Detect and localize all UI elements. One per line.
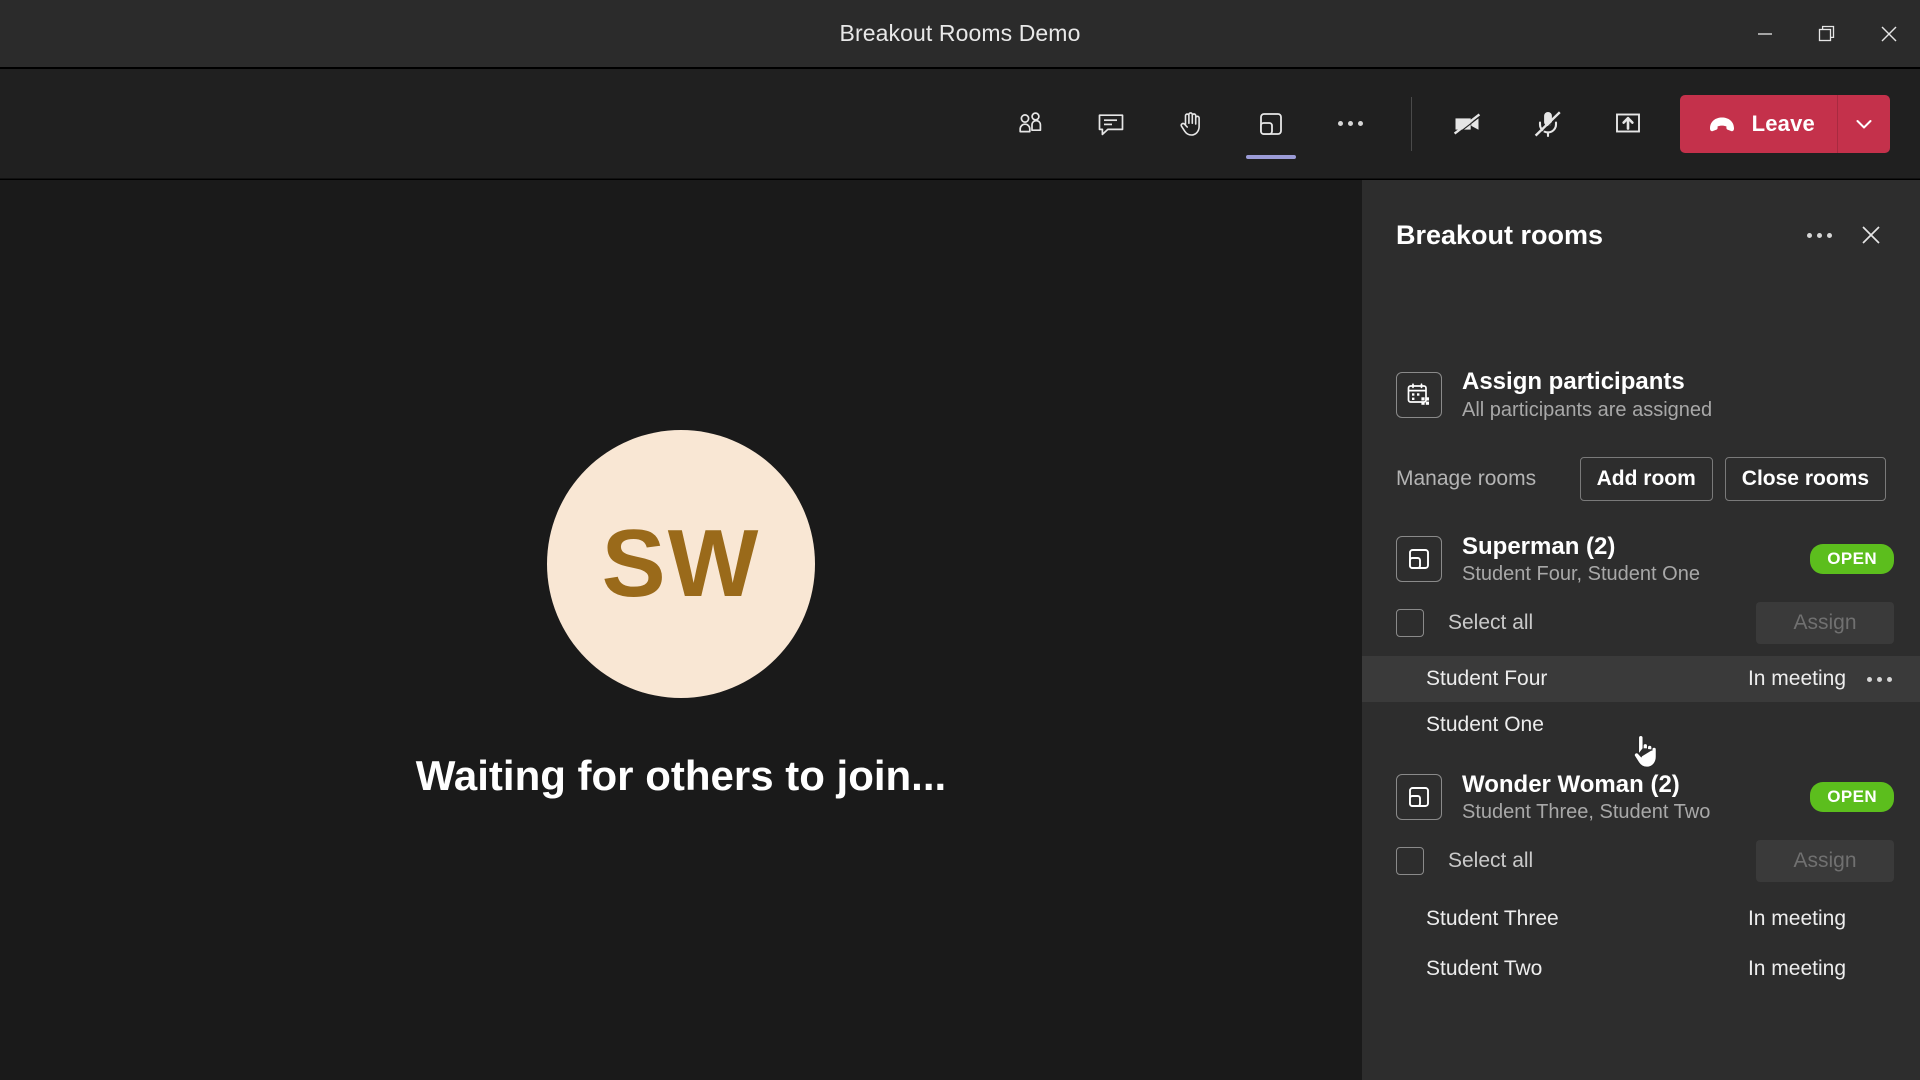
meeting-toolbar: Leave	[0, 69, 1920, 179]
rooms-list: Superman (2) Student Four, Student One O…	[1362, 528, 1920, 994]
breakout-room-icon	[1409, 787, 1429, 807]
meeting-stage: SW Waiting for others to join...	[0, 180, 1362, 1080]
more-actions-icon	[1338, 121, 1364, 126]
room-header[interactable]: Superman (2) Student Four, Student One O…	[1362, 528, 1920, 590]
breakout-room-icon-box	[1396, 774, 1442, 820]
window-titlebar: Breakout Rooms Demo	[0, 0, 1920, 68]
select-all-label: Select all	[1448, 611, 1534, 634]
panel-more-options-button[interactable]	[1796, 212, 1842, 258]
leave-main[interactable]: Leave	[1680, 95, 1837, 153]
member-row[interactable]: Student Three In meeting	[1362, 894, 1920, 944]
waiting-message: Waiting for others to join...	[415, 752, 947, 799]
more-actions-button[interactable]	[1318, 91, 1384, 157]
chevron-down-icon	[1856, 119, 1872, 128]
leave-meeting-button[interactable]: Leave	[1679, 94, 1890, 153]
member-status: In meeting	[1747, 667, 1846, 690]
more-options-icon	[1866, 676, 1892, 682]
restore-icon	[1818, 25, 1835, 42]
panel-close-button[interactable]	[1848, 212, 1894, 258]
assign-participants-title: Assign participants	[1462, 368, 1685, 395]
share-screen-button[interactable]	[1595, 91, 1661, 157]
assign-participants-icon-box	[1396, 372, 1442, 418]
breakout-room-icon-box	[1396, 536, 1442, 582]
select-all-checkbox[interactable]	[1396, 847, 1424, 875]
camera-off-icon	[1453, 112, 1481, 136]
add-room-button[interactable]: Add room	[1579, 457, 1713, 501]
chat-icon	[1098, 113, 1123, 135]
close-icon	[1862, 226, 1880, 244]
assign-button[interactable]: Assign	[1756, 602, 1894, 644]
close-icon	[1881, 26, 1897, 42]
breakout-room-icon	[1409, 549, 1429, 569]
hangup-icon	[1709, 117, 1734, 131]
raise-hand-button[interactable]	[1158, 91, 1224, 157]
minimize-icon	[1758, 33, 1772, 35]
member-name: Student One	[1426, 713, 1544, 736]
toolbar-primary-actions	[991, 91, 1391, 157]
member-row[interactable]: Student Four In meeting	[1362, 656, 1920, 702]
breakout-rooms-panel: Breakout rooms Assign participants All p…	[1362, 180, 1920, 1080]
member-status: In meeting	[1747, 907, 1846, 930]
microphone-muted-icon	[1534, 110, 1562, 138]
select-all-row: Select all Assign	[1362, 590, 1920, 656]
select-all-label: Select all	[1448, 849, 1534, 872]
manage-rooms-label: Manage rooms	[1396, 467, 1537, 490]
toggle-microphone-button[interactable]	[1515, 91, 1581, 157]
close-rooms-button[interactable]: Close rooms	[1724, 457, 1886, 501]
panel-header: Breakout rooms	[1362, 180, 1920, 290]
show-chat-button[interactable]	[1078, 91, 1144, 157]
member-row[interactable]: Student Two In meeting	[1362, 944, 1920, 994]
more-options-icon	[1806, 232, 1832, 238]
minimize-button[interactable]	[1734, 0, 1796, 68]
breakout-rooms-icon	[1259, 112, 1282, 135]
assign-participants-row[interactable]: Assign participants All participants are…	[1362, 354, 1920, 436]
room-section: Superman (2) Student Four, Student One O…	[1362, 528, 1920, 748]
leave-options-button[interactable]	[1838, 95, 1890, 153]
window-controls	[1734, 0, 1920, 68]
assign-button[interactable]: Assign	[1756, 840, 1894, 882]
restore-button[interactable]	[1796, 0, 1858, 68]
select-all-checkbox[interactable]	[1396, 609, 1424, 637]
room-header[interactable]: Wonder Woman (2) Student Three, Student …	[1362, 766, 1920, 828]
select-all-row: Select all Assign	[1362, 828, 1920, 894]
toggle-camera-button[interactable]	[1435, 91, 1501, 157]
room-name: Wonder Woman (2)	[1462, 770, 1680, 798]
share-screen-icon	[1615, 113, 1640, 132]
avatar: SW	[547, 430, 815, 698]
member-more-options-button[interactable]	[1864, 676, 1894, 682]
breakout-rooms-button[interactable]	[1238, 91, 1304, 157]
assign-participants-icon	[1407, 383, 1429, 405]
room-members-summary: Student Three, Student Two	[1462, 800, 1711, 823]
toolbar-divider	[1410, 96, 1412, 151]
show-participants-button[interactable]	[998, 91, 1064, 157]
room-texts: Superman (2) Student Four, Student One	[1462, 533, 1790, 586]
window-title: Breakout Rooms Demo	[839, 20, 1081, 46]
raise-hand-icon	[1180, 111, 1200, 136]
status-badge: OPEN	[1810, 782, 1894, 812]
member-name: Student Four	[1426, 667, 1548, 690]
close-button[interactable]	[1858, 0, 1920, 68]
manage-rooms-row: Manage rooms Add room Close rooms	[1362, 446, 1920, 512]
stage-content: SW Waiting for others to join...	[416, 430, 946, 800]
member-name: Student Two	[1426, 957, 1543, 980]
member-status: In meeting	[1747, 957, 1846, 980]
room-texts: Wonder Woman (2) Student Three, Student …	[1462, 771, 1790, 824]
panel-title: Breakout rooms	[1396, 219, 1604, 250]
assign-participants-texts: Assign participants All participants are…	[1462, 368, 1712, 422]
leave-label: Leave	[1751, 110, 1815, 136]
toolbar-media-controls	[1428, 91, 1668, 157]
room-name: Superman (2)	[1462, 532, 1616, 560]
assign-participants-subtitle: All participants are assigned	[1462, 399, 1713, 421]
people-icon	[1018, 111, 1041, 132]
member-name: Student Three	[1426, 907, 1559, 930]
status-badge: OPEN	[1810, 544, 1894, 574]
room-section: Wonder Woman (2) Student Three, Student …	[1362, 766, 1920, 994]
room-members-summary: Student Four, Student One	[1462, 562, 1700, 585]
member-row[interactable]: Student One	[1362, 702, 1920, 748]
